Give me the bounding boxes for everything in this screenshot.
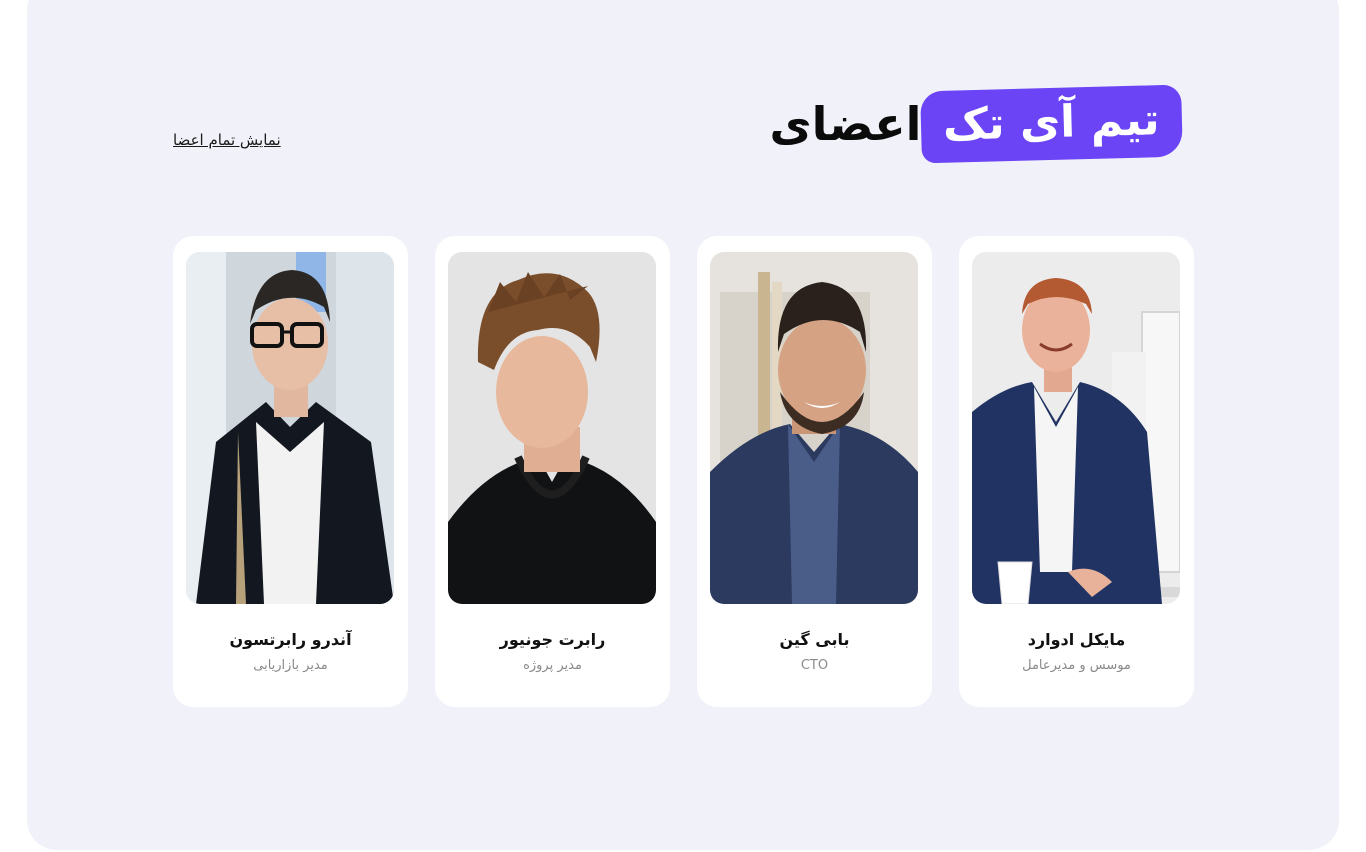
member-name: رابرت جونیور: [499, 630, 606, 649]
member-name: بابی گین: [779, 630, 850, 649]
section-heading: اعضای تیم آی تک: [769, 84, 1194, 164]
member-card[interactable]: آندرو رابرتسون مدیر بازاریابی: [173, 236, 408, 707]
member-role: CTO: [800, 658, 829, 673]
show-all-members-link[interactable]: نمایش تمام اعضا: [173, 131, 281, 149]
heading-word: اعضای: [769, 97, 922, 151]
member-photo: [972, 252, 1180, 604]
member-card[interactable]: بابی گین CTO: [697, 236, 932, 707]
member-name: مایکل ادوارد: [1027, 630, 1126, 649]
member-card[interactable]: رابرت جونیور مدیر پروژه: [435, 236, 670, 707]
heading-highlight-pill: تیم آی تک: [920, 84, 1183, 164]
member-photo: [448, 252, 656, 604]
member-card[interactable]: مایکل ادوارد موسس و مدیرعامل: [959, 236, 1194, 707]
member-role: مدیر پروژه: [523, 658, 582, 673]
member-role: موسس و مدیرعامل: [1022, 658, 1131, 673]
member-photo: [710, 252, 918, 604]
member-photo: [186, 252, 394, 604]
member-role: مدیر بازاریابی: [253, 658, 328, 673]
member-name: آندرو رابرتسون: [229, 630, 352, 649]
team-cards: آندرو رابرتسون مدیر بازاریابی رابرت جونی…: [173, 236, 1194, 707]
